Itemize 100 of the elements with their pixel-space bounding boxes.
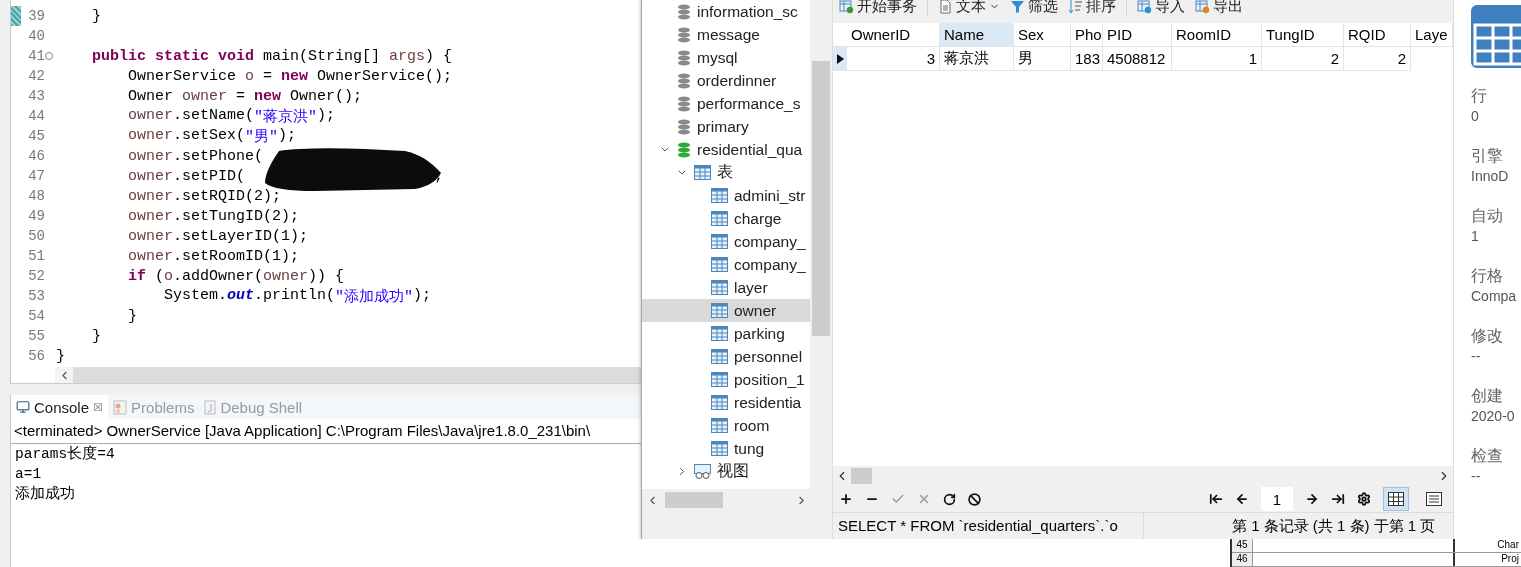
- code-token: (: [154, 267, 165, 285]
- table-icon: [694, 165, 711, 180]
- column-header[interactable]: Pho: [1071, 23, 1103, 47]
- code-token: owner: [127, 207, 174, 225]
- table-icon: [711, 441, 728, 456]
- code-token: .setRoomID(1);: [173, 247, 300, 265]
- tree-item[interactable]: information_sc: [642, 0, 810, 23]
- sheet-cell: Proj: [1453, 553, 1521, 566]
- tree-item[interactable]: parking: [642, 322, 810, 345]
- problems-icon: [113, 399, 128, 415]
- code-token: }: [91, 7, 101, 25]
- table-cell: 蒋京洪: [940, 47, 1014, 71]
- database-icon: [677, 72, 691, 89]
- refresh-icon[interactable]: [943, 492, 956, 506]
- table-cell: 3: [847, 47, 940, 71]
- code-token: .addOwner(: [173, 267, 264, 285]
- table-cell: 4508812: [1103, 47, 1172, 71]
- tree-item[interactable]: tung: [642, 437, 810, 460]
- tree-item[interactable]: owner: [642, 299, 810, 322]
- code-token: }: [56, 347, 65, 365]
- stop-icon[interactable]: [968, 492, 981, 506]
- info-label: 检查: [1471, 446, 1504, 466]
- line-number: 43: [27, 88, 45, 104]
- column-header[interactable]: Sex: [1014, 23, 1071, 47]
- code-token: owner: [263, 267, 309, 285]
- info-label: 引擎: [1471, 146, 1504, 166]
- code-token: .setTungID(2);: [173, 207, 300, 225]
- info-label: 自动: [1471, 206, 1504, 226]
- page-field[interactable]: 1: [1261, 487, 1293, 511]
- tree-item[interactable]: 视图: [642, 460, 810, 483]
- code-token: new: [254, 87, 282, 105]
- code-token: OwnerService();: [316, 67, 453, 85]
- code-token: .setPhone(: [173, 147, 264, 165]
- tree-item[interactable]: performance_s: [642, 92, 810, 115]
- tree-item[interactable]: orderdinner: [642, 69, 810, 92]
- line-number: 47: [27, 168, 45, 184]
- tree-item[interactable]: primary: [642, 115, 810, 138]
- code-token: owner: [127, 167, 174, 185]
- next-icon[interactable]: [1305, 492, 1319, 506]
- scroll-thumb[interactable]: [851, 468, 872, 484]
- tree-item[interactable]: message: [642, 23, 810, 46]
- view-icon: [694, 464, 711, 479]
- scrollbar[interactable]: [810, 0, 832, 489]
- console-output: params长度=4: [14, 444, 116, 464]
- tree-item[interactable]: charge: [642, 207, 810, 230]
- settings-icon[interactable]: [1357, 492, 1371, 506]
- tree-item[interactable]: residentia: [642, 391, 810, 414]
- console-output: a=1: [14, 465, 43, 484]
- info-label: 创建: [1471, 386, 1504, 406]
- row-number: 45: [1232, 539, 1253, 552]
- code-token: .setName(: [173, 106, 255, 126]
- document-icon: [938, 0, 953, 14]
- last-page-icon[interactable]: [1331, 492, 1345, 506]
- table-icon: [711, 395, 728, 410]
- row-number: 46: [1232, 553, 1253, 566]
- tree-item[interactable]: admini_str: [642, 184, 810, 207]
- line-number: 42: [27, 68, 45, 84]
- line-number: 54: [27, 308, 45, 324]
- code-token: "男": [245, 127, 279, 146]
- tree-item[interactable]: company_: [642, 253, 810, 276]
- funnel-icon: [1010, 0, 1025, 14]
- code-token: )) {: [308, 267, 345, 285]
- info-value: --: [1471, 348, 1482, 366]
- code-token: System.: [163, 286, 228, 306]
- close-icon[interactable]: ☒: [93, 400, 104, 414]
- column-header[interactable]: RoomID: [1172, 23, 1262, 47]
- column-header[interactable]: TungID: [1262, 23, 1344, 47]
- tree-item[interactable]: layer: [642, 276, 810, 299]
- tree-item[interactable]: company_: [642, 230, 810, 253]
- check-icon[interactable]: [891, 492, 905, 506]
- line-number: 50: [27, 228, 45, 244]
- table-cell: 男: [1014, 47, 1071, 71]
- tree-item[interactable]: mysql: [642, 46, 810, 69]
- console-tab[interactable]: Console ☒: [11, 395, 109, 419]
- table-icon: [711, 234, 728, 249]
- previous-icon[interactable]: [1235, 492, 1249, 506]
- console-header: <terminated> OwnerService [Java Application] C:\Program Files\Java\jre1.8.0_231\bin\: [11, 419, 641, 444]
- table-cell: 2: [1262, 47, 1344, 71]
- tree-item[interactable]: position_1: [642, 368, 810, 391]
- code-token: "添加成功": [335, 287, 414, 306]
- table-icon: [711, 418, 728, 433]
- column-header[interactable]: RQID: [1344, 23, 1411, 47]
- add-icon[interactable]: [839, 492, 853, 506]
- code-token: .setRQID(2);: [173, 187, 282, 205]
- tree-item[interactable]: 表: [642, 161, 810, 184]
- column-header[interactable]: PID: [1103, 23, 1172, 47]
- code-token: owner: [127, 106, 174, 126]
- code-token: Owner: [127, 87, 175, 105]
- first-page-icon[interactable]: [1209, 492, 1223, 506]
- column-header[interactable]: Name: [940, 23, 1014, 47]
- code-token: o: [245, 67, 255, 85]
- code-token: owner: [182, 87, 228, 105]
- code-token: owner: [127, 187, 174, 205]
- tree-item[interactable]: residential_qua: [642, 138, 810, 161]
- scrollbar[interactable]: [833, 466, 1453, 486]
- tree-item[interactable]: personnel: [642, 345, 810, 368]
- tree-item[interactable]: room: [642, 414, 810, 437]
- scrollbar[interactable]: [642, 489, 832, 511]
- database-icon: [677, 95, 691, 112]
- grid-view-button[interactable]: [1383, 487, 1409, 511]
